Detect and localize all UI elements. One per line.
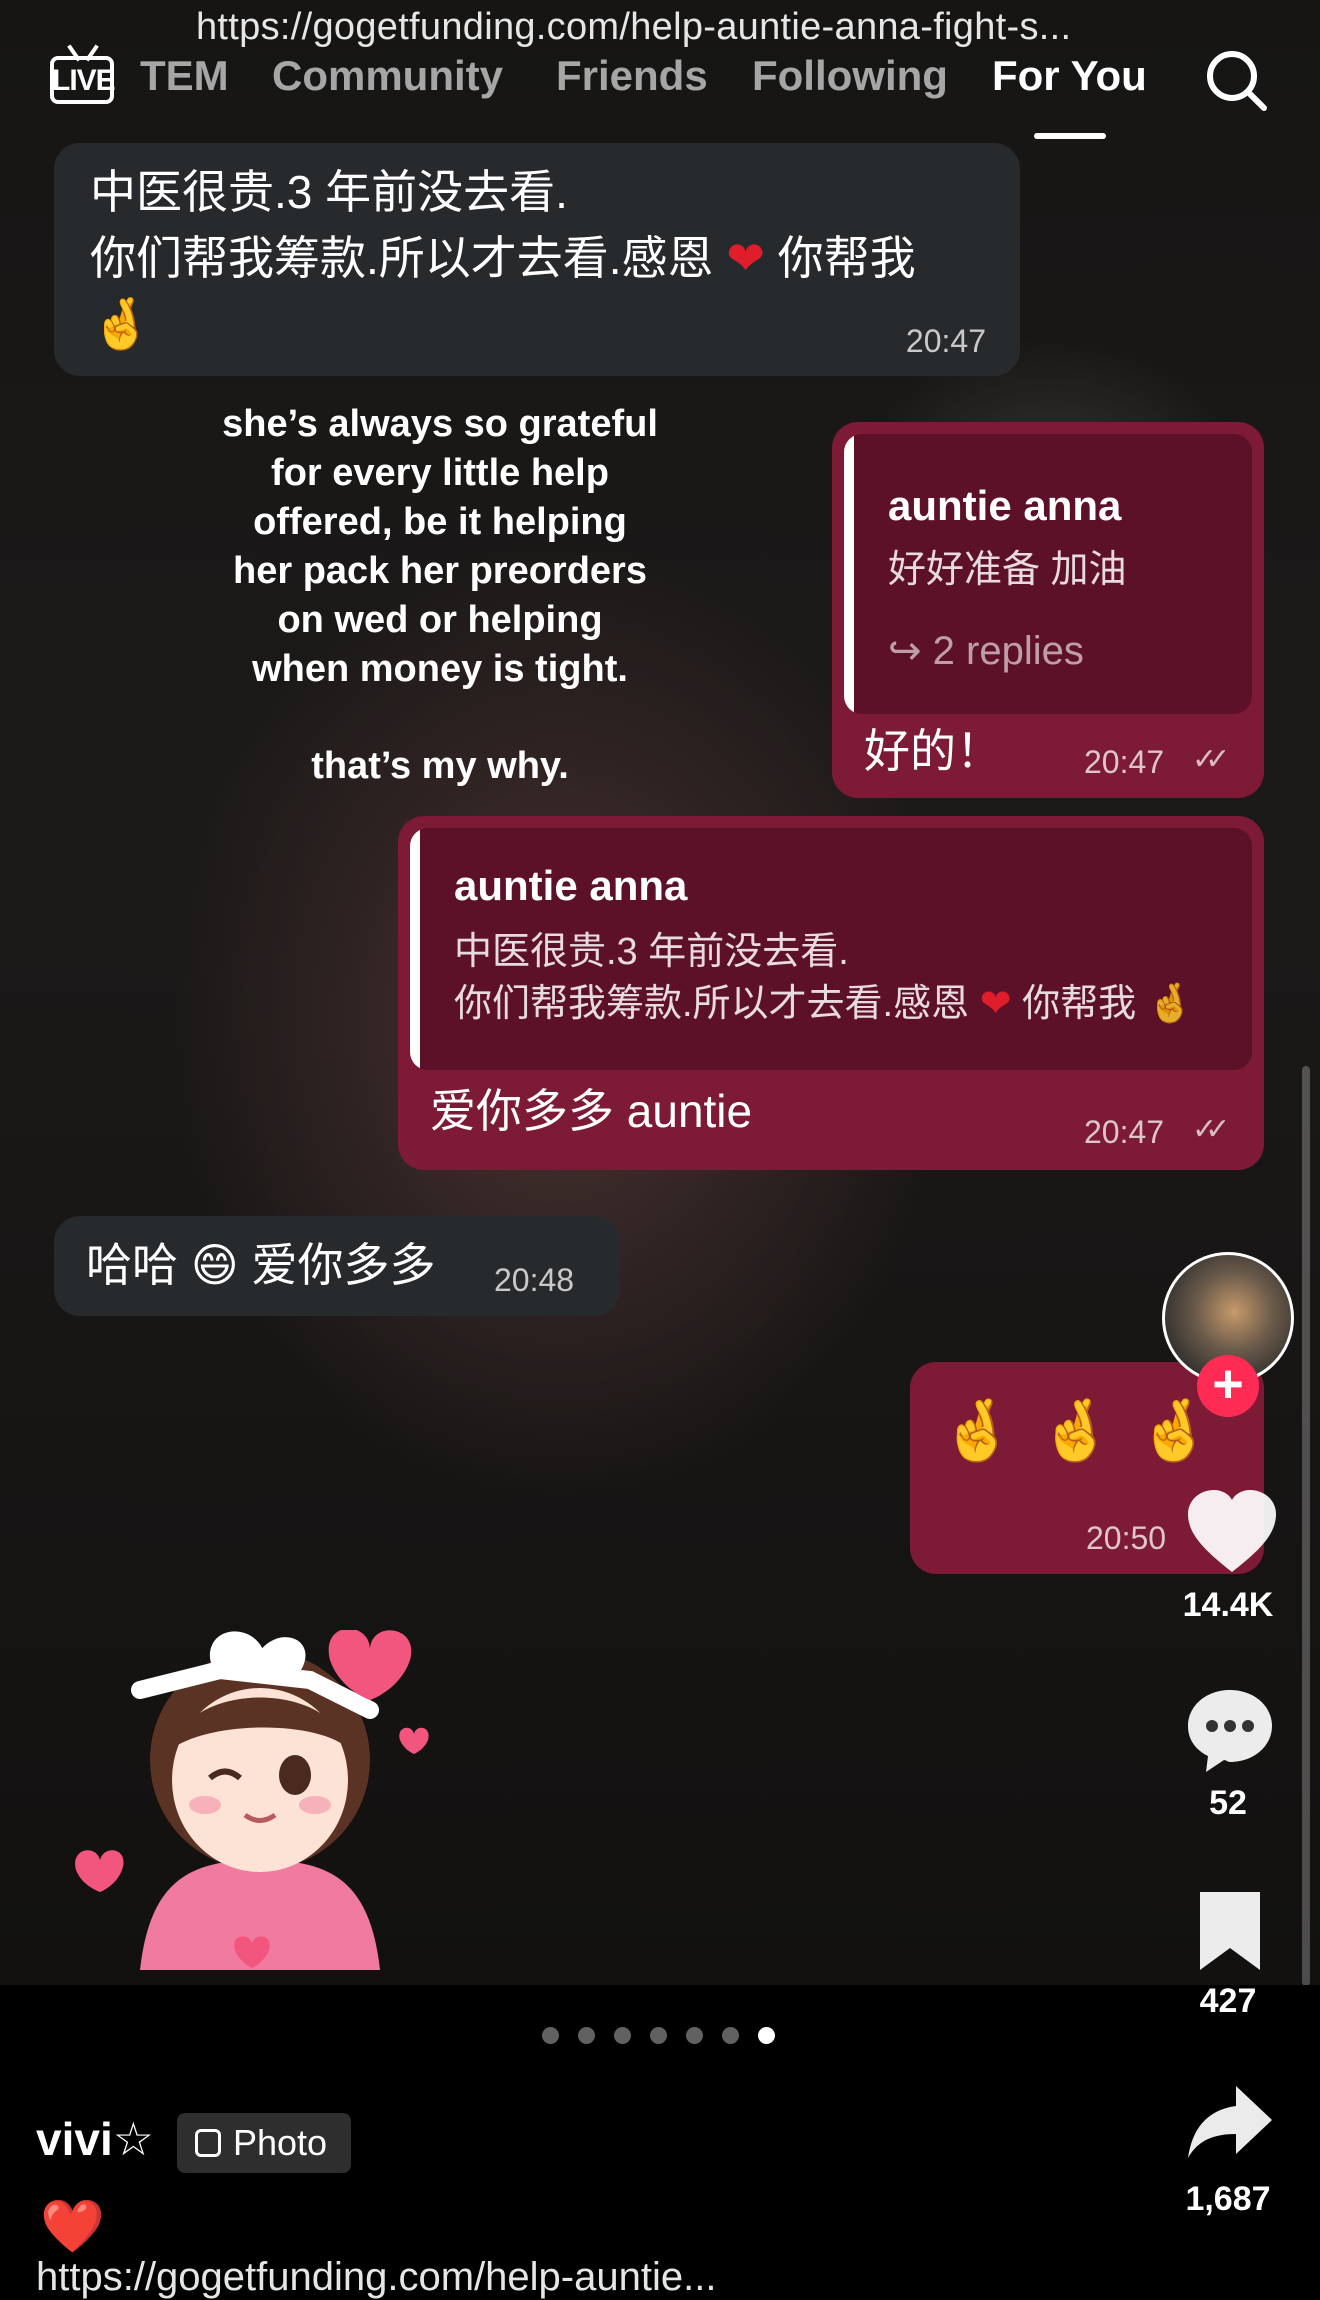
tab-friends[interactable]: Friends (556, 52, 708, 100)
crossed-fingers-icon: 🤞 (90, 296, 153, 352)
tab-stem[interactable]: TEM (140, 52, 229, 100)
reply-arrow-icon: ↪ (888, 629, 922, 673)
heart-icon[interactable] (1184, 1488, 1280, 1576)
photo-badge: Photo (177, 2113, 351, 2173)
tab-for-you[interactable]: For You (992, 52, 1147, 100)
carousel-dot[interactable] (650, 2027, 667, 2044)
saves-count: 427 (1199, 1982, 1257, 2020)
message-text: 哈哈 😄 爱你多多 (86, 1239, 436, 1291)
message-time: 20:50 (1086, 1520, 1167, 1556)
carousel-dot[interactable] (578, 2027, 595, 2044)
live-button[interactable]: LIVE (46, 42, 122, 112)
slide-caption: she’s always so grateful for every littl… (222, 403, 658, 787)
quoted-reply[interactable]: auntie anna 中医很贵.3 年前没去看. 你们帮我筹款.所以才去看.感… (410, 828, 1252, 1070)
share-icon[interactable] (1184, 2082, 1276, 2162)
comment-icon[interactable] (1184, 1686, 1276, 1774)
girl-sticker-image (75, 1630, 429, 1970)
message-text: 好的！ (864, 725, 1002, 777)
quoted-reply[interactable]: auntie anna 好好准备 加油 ↪ 2 replies (844, 434, 1252, 714)
message-text: 中医很贵.3 年前没去看. (90, 166, 568, 218)
reply-text: 你们帮我筹款.所以才去看.感恩 ❤ 你帮我 🤞 (454, 983, 1194, 1025)
double-check-icon: ✓✓ (1192, 1113, 1230, 1146)
author-name[interactable]: vivi☆ (36, 2112, 154, 2166)
chat-message-incoming: 中医很贵.3 年前没去看. 你们帮我筹款.所以才去看.感恩 ❤ 你帮我 🤞 20… (54, 143, 1020, 376)
follow-plus-icon[interactable]: + (1197, 1355, 1259, 1417)
red-heart-icon: ❤ (726, 232, 765, 284)
reply-author: auntie anna (888, 482, 1122, 529)
message-text: 爱你多多 auntie (430, 1085, 753, 1137)
photo-icon (195, 2129, 221, 2157)
chat-message-outgoing: auntie anna 中医很贵.3 年前没去看. 你们帮我筹款.所以才去看.感… (398, 816, 1264, 1170)
scrollbar[interactable] (1302, 1066, 1310, 1985)
chat-message-outgoing: auntie anna 好好准备 加油 ↪ 2 replies 好的！ 20:4… (832, 422, 1264, 798)
carousel-dot-active[interactable] (758, 2027, 775, 2044)
search-icon[interactable] (1204, 48, 1268, 112)
tab-following[interactable]: Following (752, 52, 948, 100)
active-tab-indicator (1034, 133, 1106, 139)
shares-count: 1,687 (1185, 2180, 1271, 2218)
description-emoji: ❤️ (40, 2198, 105, 2256)
crossed-fingers-icon: 🤞🤞🤞 (940, 1397, 1237, 1464)
reply-author: auntie anna (454, 862, 688, 909)
message-time: 20:48 (494, 1262, 575, 1298)
message-time: 20:47 (1084, 744, 1165, 780)
description-link[interactable]: https://gogetfunding.com/help-auntie... (36, 2255, 716, 2300)
reply-text: 好好准备 加油 (888, 549, 1127, 591)
message-text: 你们帮我筹款.所以才去看.感恩 ❤ 你帮我 (90, 232, 916, 284)
chat-message-incoming: 哈哈 😄 爱你多多 20:48 (54, 1216, 620, 1316)
double-check-icon: ✓✓ (1192, 743, 1230, 776)
carousel-indicator (0, 2027, 1320, 2047)
reply-text: 中医很贵.3 年前没去看. (454, 931, 849, 973)
photo-slide[interactable]: 中医很贵.3 年前没去看. 你们帮我筹款.所以才去看.感恩 ❤ 你帮我 🤞 20… (0, 0, 1320, 1985)
red-heart-icon: ❤ (979, 983, 1012, 1025)
message-time: 20:47 (1084, 1114, 1165, 1150)
tab-community[interactable]: Community (272, 52, 503, 100)
carousel-dot[interactable] (542, 2027, 559, 2044)
message-time: 20:47 (905, 323, 986, 359)
likes-count: 14.4K (1182, 1586, 1274, 1624)
top-navigation: LIVE TEM Community Friends Following For… (0, 0, 1320, 139)
carousel-dot[interactable] (614, 2027, 631, 2044)
bookmark-icon[interactable] (1194, 1888, 1266, 1974)
carousel-dot[interactable] (722, 2027, 739, 2044)
comments-count: 52 (1209, 1784, 1247, 1822)
carousel-dot[interactable] (686, 2027, 703, 2044)
replies-link[interactable]: ↪ 2 replies (888, 628, 1084, 674)
grinning-face-icon: 😄 (190, 1239, 239, 1291)
crossed-fingers-icon: 🤞 (1146, 983, 1194, 1025)
